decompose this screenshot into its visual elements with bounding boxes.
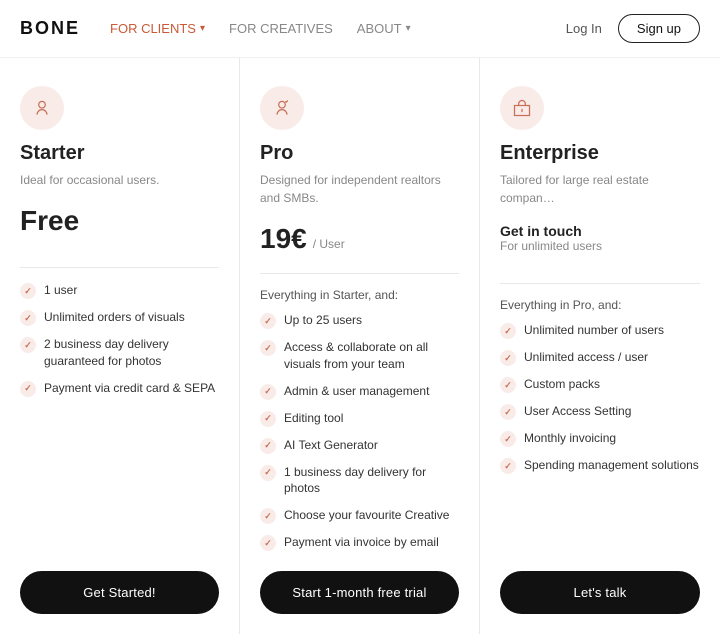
nav-about[interactable]: ABOUT ▾ [357,21,411,36]
list-item: Unlimited number of users [500,322,700,339]
enterprise-price: Get in touch For unlimited users [500,223,700,265]
check-icon [260,411,276,427]
check-icon [20,310,36,326]
plan-starter: Starter Ideal for occasional users. Free… [0,58,240,634]
divider [260,273,459,274]
pro-cta-button[interactable]: Start 1-month free trial [260,571,459,614]
nav-auth: Log In Sign up [566,14,700,43]
plan-pro: Pro Designed for independent realtors an… [240,58,480,634]
nav-for-clients[interactable]: FOR CLIENTS ▾ [110,21,205,36]
check-icon [260,384,276,400]
navbar: BONE FOR CLIENTS ▾ FOR CREATIVES ABOUT ▾… [0,0,720,58]
logo: BONE [20,18,80,39]
list-item: Admin & user management [260,383,459,400]
list-item: AI Text Generator [260,437,459,454]
chevron-down-icon: ▾ [200,23,205,34]
pro-features: Up to 25 users Access & collaborate on a… [260,312,459,551]
login-button[interactable]: Log In [566,21,602,36]
enterprise-plan-name: Enterprise [500,142,700,165]
pro-price: 19€ / User [260,223,459,255]
list-item: Choose your favourite Creative [260,507,459,524]
starter-cta-button[interactable]: Get Started! [20,571,219,614]
list-item: Up to 25 users [260,312,459,329]
divider [500,283,700,284]
list-item: Custom packs [500,376,700,393]
check-icon [500,377,516,393]
enterprise-icon [500,86,544,130]
check-icon [500,404,516,420]
list-item: 2 business day delivery guaranteed for p… [20,336,219,370]
divider [20,267,219,268]
check-icon [20,337,36,353]
list-item: 1 business day delivery for photos [260,464,459,498]
list-item: Monthly invoicing [500,430,700,447]
list-item: Unlimited orders of visuals [20,309,219,326]
list-item: User Access Setting [500,403,700,420]
enterprise-cta-button[interactable]: Let's talk [500,571,700,614]
list-item: Editing tool [260,410,459,427]
list-item: Unlimited access / user [500,349,700,366]
starter-plan-name: Starter [20,142,219,165]
starter-features: 1 user Unlimited orders of visuals 2 bus… [20,282,219,551]
nav-links: FOR CLIENTS ▾ FOR CREATIVES ABOUT ▾ [110,21,566,36]
check-icon [260,535,276,551]
pro-icon [260,86,304,130]
list-item: Spending management solutions [500,457,700,474]
chevron-down-icon: ▾ [406,23,411,34]
starter-price: Free [20,205,219,237]
check-icon [260,508,276,524]
nav-for-creatives[interactable]: FOR CREATIVES [229,21,333,36]
check-icon [260,313,276,329]
check-icon [260,340,276,356]
starter-plan-desc: Ideal for occasional users. [20,171,219,189]
pro-plan-desc: Designed for independent realtors and SM… [260,171,459,207]
list-item: 1 user [20,282,219,299]
list-item: Payment via credit card & SEPA [20,380,219,397]
enterprise-features-header: Everything in Pro, and: [500,298,700,312]
plan-enterprise: Enterprise Tailored for large real estat… [480,58,720,634]
check-icon [500,431,516,447]
pro-plan-name: Pro [260,142,459,165]
check-icon [260,465,276,481]
list-item: Payment via invoice by email [260,534,459,551]
check-icon [20,283,36,299]
check-icon [500,458,516,474]
pricing-grid: Starter Ideal for occasional users. Free… [0,58,720,634]
check-icon [500,323,516,339]
check-icon [500,350,516,366]
enterprise-plan-desc: Tailored for large real estate compan… [500,171,700,207]
check-icon [20,381,36,397]
enterprise-features: Unlimited number of users Unlimited acce… [500,322,700,551]
check-icon [260,438,276,454]
list-item: Access & collaborate on all visuals from… [260,339,459,373]
signup-button[interactable]: Sign up [618,14,700,43]
starter-icon [20,86,64,130]
pro-features-header: Everything in Starter, and: [260,288,459,302]
